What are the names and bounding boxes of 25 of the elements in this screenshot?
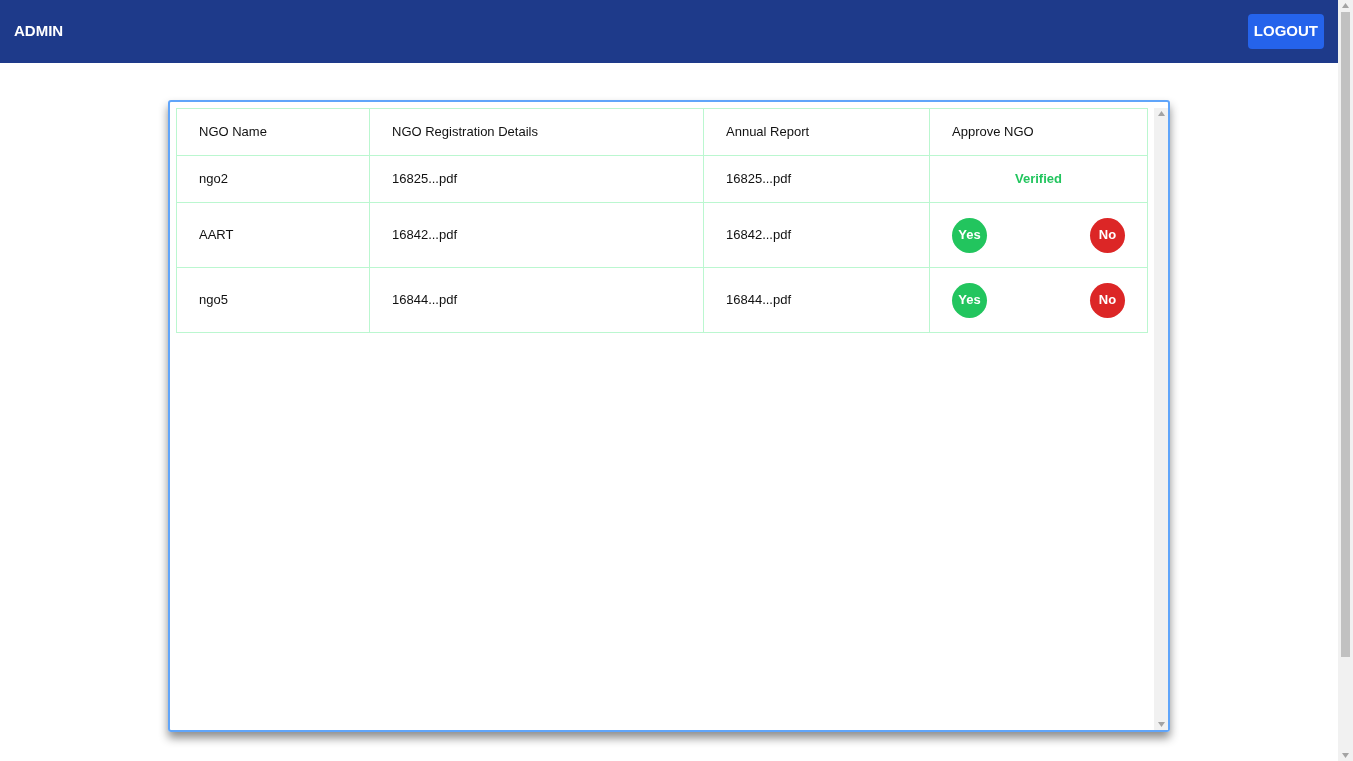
logout-button[interactable]: LOGOUT [1247, 14, 1324, 49]
reject-button[interactable]: No [1090, 217, 1125, 253]
column-header: Annual Report [703, 108, 930, 156]
scroll-down-icon[interactable] [1342, 753, 1349, 758]
column-header: NGO Registration Details [369, 108, 704, 156]
file-link[interactable]: 16825...pdf [369, 155, 704, 203]
file-link[interactable]: 16842...pdf [369, 202, 704, 268]
scroll-up-icon[interactable] [1342, 3, 1349, 8]
table-cell: AART [176, 202, 370, 268]
scrollbar-thumb[interactable] [1341, 12, 1350, 657]
file-link[interactable]: 16825...pdf [703, 155, 930, 203]
column-header: NGO Name [176, 108, 370, 156]
file-link[interactable]: 16844...pdf [369, 267, 704, 333]
verified-status: Verified [1015, 170, 1062, 189]
scroll-down-icon[interactable] [1157, 722, 1165, 727]
file-link[interactable]: 16842...pdf [703, 202, 930, 268]
file-link[interactable]: 16844...pdf [703, 267, 930, 333]
table-cell: ngo5 [176, 267, 370, 333]
column-header: Approve NGO [929, 108, 1148, 156]
admin-title: ADMIN [14, 21, 64, 42]
scroll-up-icon[interactable] [1157, 111, 1165, 116]
page-scrollbar[interactable] [1338, 0, 1353, 761]
reject-button[interactable]: No [1090, 282, 1125, 318]
scrollbar-track[interactable] [1154, 108, 1168, 730]
table-cell: ngo2 [176, 155, 370, 203]
